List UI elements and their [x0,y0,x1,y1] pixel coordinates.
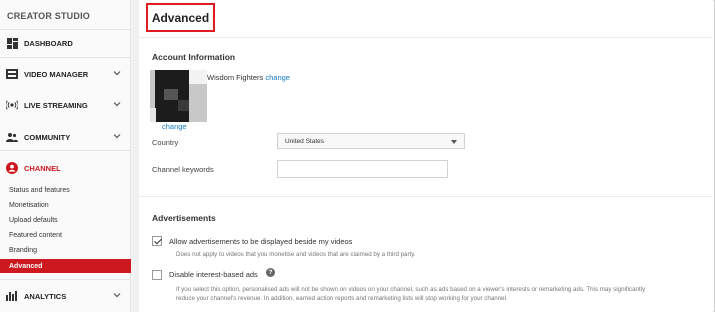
country-select[interactable]: United States [277,133,465,149]
sidebar-item-label: COMMUNITY [24,132,71,142]
change-channel-name-link[interactable]: change [265,73,290,82]
channel-name: Wisdom Fighters change [207,73,290,82]
dropdown-caret-icon [451,140,457,144]
header-divider [139,37,713,38]
avatar [150,70,211,122]
country-select-value: United States [285,137,325,145]
sidebar-item-video-manager[interactable]: VIDEO MANAGER [0,64,131,84]
video-manager-icon [6,68,18,80]
section-divider [139,196,713,197]
sidebar-divider [0,279,131,280]
change-avatar-link[interactable]: change [162,122,187,131]
sidebar-item-label: DASHBOARD [24,38,73,48]
chevron-down-icon[interactable] [113,132,121,140]
channel-keywords-label: Channel keywords [152,165,214,174]
sidebar-divider [0,57,131,58]
interest-ads-help-text-line2: reduce your channel's revenue. In additi… [176,295,508,302]
sidebar-item-label: VIDEO MANAGER [24,69,89,79]
page-title-highlight: Advanced [146,3,215,32]
sidebar-divider [0,150,131,151]
live-streaming-icon [6,99,18,111]
account-information-heading: Account Information [152,52,236,62]
sidebar-subitem-upload-defaults[interactable]: Upload defaults [0,213,131,227]
dashboard-icon [6,37,18,49]
allow-ads-help-text: Does not apply to videos that you moneti… [176,251,416,258]
channel-keywords-input[interactable] [277,160,448,178]
sidebar-subitem-featured-content[interactable]: Featured content [0,228,131,242]
community-icon [6,131,18,143]
sidebar: CREATOR STUDIO DASHBOARD VIDEO MANAGER L… [0,0,131,312]
sidebar-divider [0,29,131,30]
page-title: Advanced [151,10,210,25]
analytics-icon [6,290,18,302]
sidebar-item-label: LIVE STREAMING [24,100,88,110]
sidebar-item-dashboard[interactable]: DASHBOARD [0,33,131,53]
allow-ads-label: Allow advertisements to be displayed bes… [169,237,353,246]
sidebar-subitem-advanced[interactable]: Advanced [0,259,131,273]
chevron-down-icon[interactable] [113,69,121,77]
sidebar-gap [131,0,139,312]
chevron-down-icon[interactable] [113,100,121,108]
sidebar-subitem-monetisation[interactable]: Monetisation [0,198,131,212]
sidebar-item-channel[interactable]: CHANNEL [0,158,131,178]
sidebar-item-community[interactable]: COMMUNITY [0,127,131,147]
chevron-down-icon[interactable] [113,291,121,299]
studio-title: CREATOR STUDIO [7,11,90,21]
sidebar-item-label: ANALYTICS [24,291,67,301]
disable-interest-ads-checkbox[interactable] [152,270,162,280]
help-icon[interactable]: ? [266,268,275,277]
advertisements-heading: Advertisements [152,213,216,223]
sidebar-subitem-branding[interactable]: Branding [0,243,131,257]
country-label: Country [152,138,179,147]
sidebar-item-label: CHANNEL [24,163,61,173]
sidebar-item-analytics[interactable]: ANALYTICS [0,286,131,306]
sidebar-item-live-streaming[interactable]: LIVE STREAMING [0,95,131,115]
channel-name-text: Wisdom Fighters [207,73,264,82]
main-content: Advanced Account Information Wisdom Figh… [139,0,713,312]
allow-ads-checkbox[interactable] [152,236,162,246]
channel-icon [6,162,18,174]
disable-interest-ads-label: Disable interest-based ads [169,270,258,279]
sidebar-subitem-status-and-features[interactable]: Status and features [0,183,131,197]
